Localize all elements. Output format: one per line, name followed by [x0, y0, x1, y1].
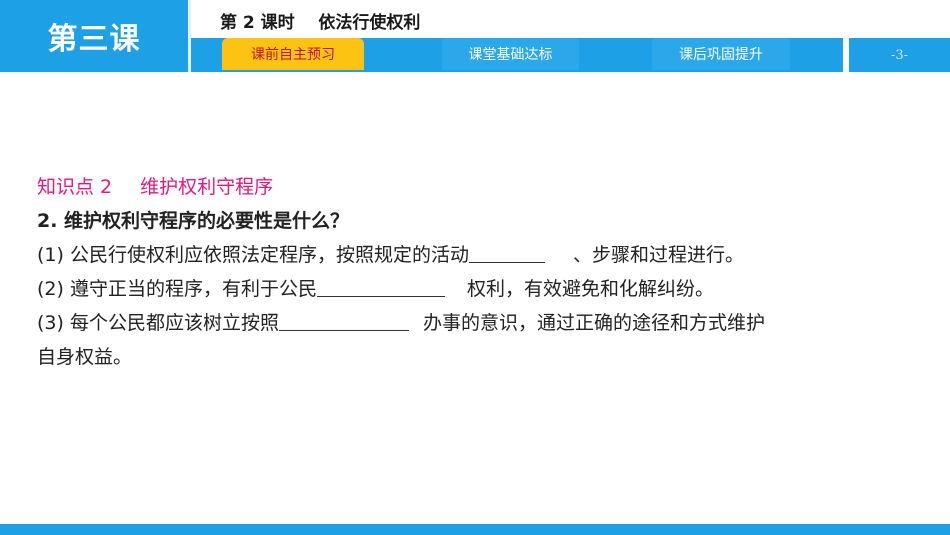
- item-1-text-after: 、步骤和过程进行。: [572, 244, 744, 266]
- fill-blank-1[interactable]: [468, 240, 545, 263]
- knowledge-point-number: 知识点 2: [37, 176, 113, 198]
- item-3-text-after: 办事的意识，通过正确的途径和方式维护: [422, 312, 765, 334]
- item-2-text-before: (2) 遵守正当的程序，有利于公民: [37, 278, 317, 300]
- period-title: 第 2 课时 依法行使权利: [220, 13, 421, 33]
- header: 第三课 第 2 课时 依法行使权利 课前自主预习 课堂基础达标 课后巩固提升 -…: [0, 0, 950, 72]
- fill-blank-2[interactable]: [316, 274, 445, 297]
- page-number-text: -3-: [890, 47, 909, 63]
- footer-bar: [0, 524, 950, 535]
- tab-pre-class-preview[interactable]: 课前自主预习: [222, 38, 364, 70]
- content-area: 知识点 2 维护权利守程序 2. 维护权利守程序的必要性是什么？ (1) 公民行使…: [37, 170, 917, 374]
- page-number: -3-: [849, 38, 950, 72]
- question-text: 2. 维护权利守程序的必要性是什么？: [37, 210, 350, 232]
- item-3-continuation: 自身权益。: [37, 346, 133, 368]
- knowledge-point-title: 维护权利守程序: [140, 176, 274, 198]
- fill-blank-3[interactable]: [278, 308, 409, 331]
- item-2-text-after: 权利，有效避免和化解纠纷。: [466, 278, 714, 300]
- item-3: (3) 每个公民都应该树立按照 办事的意识，通过正确的途径和方式维护: [37, 306, 917, 340]
- item-2: (2) 遵守正当的程序，有利于公民 权利，有效避免和化解纠纷。: [37, 272, 917, 306]
- tab-in-class-basics[interactable]: 课堂基础达标: [442, 38, 579, 70]
- item-1: (1) 公民行使权利应依照法定程序，按照规定的活动 、步骤和过程进行。: [37, 238, 917, 272]
- item-3-text-before: (3) 每个公民都应该树立按照: [37, 312, 279, 334]
- knowledge-point-heading: 知识点 2 维护权利守程序: [37, 170, 917, 204]
- item-1-text-before: (1) 公民行使权利应依照法定程序，按照规定的活动: [37, 244, 469, 266]
- lesson-title: 第三课: [0, 0, 188, 72]
- tab-after-class-consolidation[interactable]: 课后巩固提升: [652, 38, 790, 70]
